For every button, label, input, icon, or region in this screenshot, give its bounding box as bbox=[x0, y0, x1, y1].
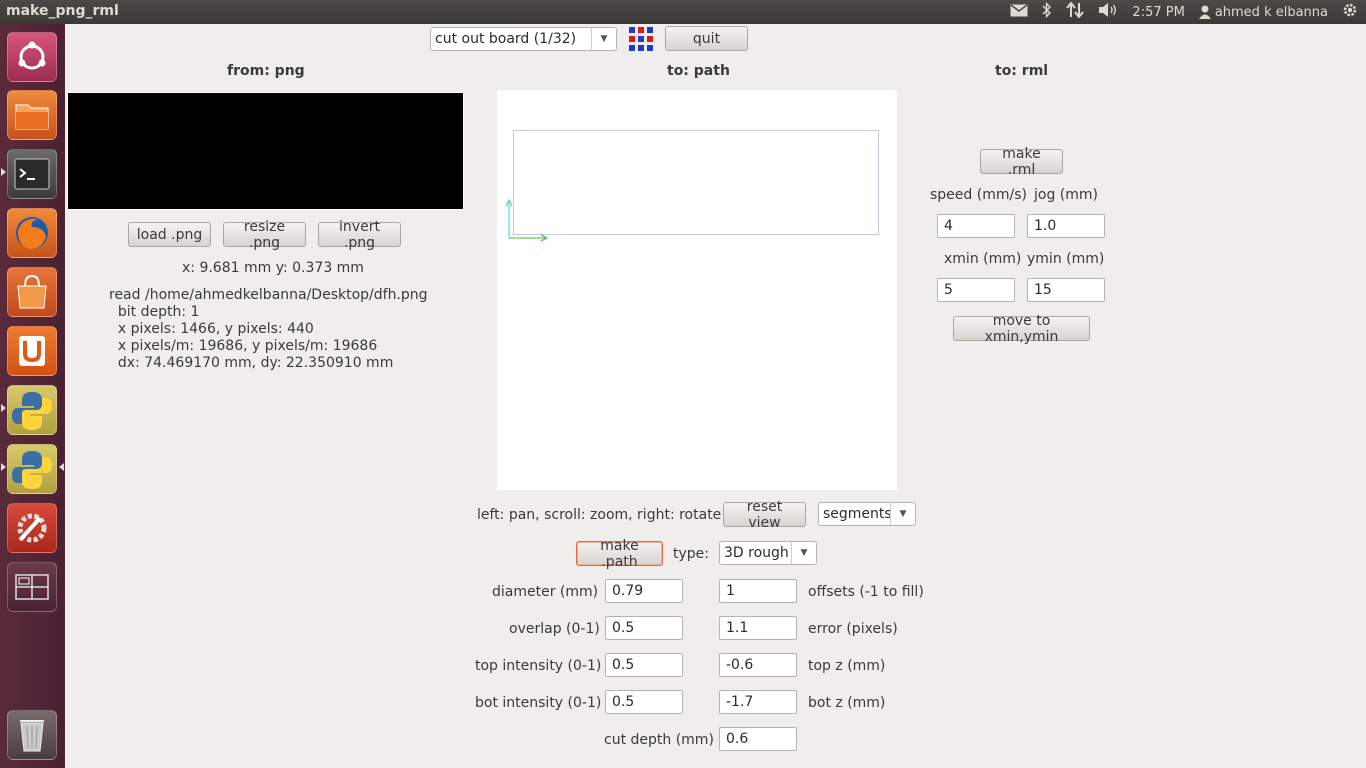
ymin-label: ymin (mm) bbox=[1027, 251, 1105, 267]
chevron-down-icon: ▼ bbox=[890, 503, 915, 525]
top-z-label: top z (mm) bbox=[808, 658, 886, 674]
terminal-icon[interactable] bbox=[7, 149, 57, 199]
load-png-button[interactable]: load .png bbox=[128, 222, 211, 247]
offsets-input[interactable] bbox=[719, 579, 797, 603]
reset-view-button[interactable]: reset view bbox=[723, 499, 806, 531]
firefox-icon[interactable] bbox=[7, 208, 57, 258]
bluetooth-icon[interactable] bbox=[1042, 1, 1052, 22]
top-panel: make_png_rml 2:57 PM ahmed k elbanna bbox=[0, 0, 1366, 24]
bot-z-input[interactable] bbox=[719, 690, 797, 714]
jog-label: jog (mm) bbox=[1034, 187, 1098, 203]
png-preview[interactable] bbox=[67, 92, 464, 210]
top-z-input[interactable] bbox=[719, 653, 797, 677]
bot-intensity-label: bot intensity (0-1) bbox=[475, 695, 602, 711]
cut-depth-input[interactable] bbox=[719, 727, 797, 751]
xmin-input[interactable] bbox=[937, 278, 1015, 302]
overlap-input[interactable] bbox=[605, 616, 683, 640]
resize-png-button[interactable]: resize .png bbox=[223, 219, 306, 251]
gear-icon[interactable] bbox=[1342, 2, 1358, 22]
offsets-label: offsets (-1 to fill) bbox=[808, 584, 924, 600]
window-title: make_png_rml bbox=[6, 3, 119, 19]
python-icon-2[interactable] bbox=[7, 444, 57, 494]
display-select[interactable]: segments ▼ bbox=[818, 502, 916, 526]
to-path-header: to: path bbox=[667, 63, 730, 79]
board-outline bbox=[513, 130, 879, 235]
top-intensity-input[interactable] bbox=[605, 653, 683, 677]
bot-z-label: bot z (mm) bbox=[808, 695, 886, 711]
ymin-input[interactable] bbox=[1027, 278, 1105, 302]
move-to-xmin-ymin-button[interactable]: move to xmin,ymin bbox=[953, 313, 1090, 345]
make-rml-button[interactable]: make .rml bbox=[980, 146, 1063, 178]
type-select-value: 3D rough bbox=[724, 545, 789, 561]
png-info-line: x pixels: 1466, y pixels: 440 bbox=[109, 321, 314, 337]
diameter-label: diameter (mm) bbox=[492, 584, 599, 600]
error-input[interactable] bbox=[719, 616, 797, 640]
trash-icon[interactable] bbox=[7, 710, 57, 760]
png-info-line: read /home/ahmedkelbanna/Desktop/dfh.png bbox=[109, 287, 428, 303]
chevron-down-icon: ▼ bbox=[791, 542, 816, 564]
png-info: read /home/ahmedkelbanna/Desktop/dfh.png… bbox=[109, 287, 428, 372]
diameter-input[interactable] bbox=[605, 579, 683, 603]
software-center-icon[interactable] bbox=[7, 267, 57, 317]
user-menu[interactable]: ahmed k elbanna bbox=[1198, 4, 1328, 20]
user-icon bbox=[1198, 5, 1211, 19]
workspace-switcher-icon[interactable] bbox=[7, 562, 57, 612]
overlap-label: overlap (0-1) bbox=[509, 621, 600, 637]
view-hint: left: pan, scroll: zoom, right: rotate bbox=[477, 507, 722, 523]
bot-intensity-input[interactable] bbox=[605, 690, 683, 714]
system-tray: 2:57 PM ahmed k elbanna bbox=[1010, 0, 1358, 24]
error-label: error (pixels) bbox=[808, 621, 898, 637]
ubuntu-one-icon[interactable] bbox=[7, 326, 57, 376]
png-info-line: bit depth: 1 bbox=[109, 304, 200, 320]
mode-select-value: cut out board (1/32) bbox=[435, 31, 577, 47]
mail-icon[interactable] bbox=[1010, 3, 1028, 21]
png-info-line: dx: 74.469170 mm, dy: 22.350910 mm bbox=[109, 355, 394, 371]
top-intensity-label: top intensity (0-1) bbox=[475, 658, 602, 674]
type-select[interactable]: 3D rough ▼ bbox=[719, 541, 817, 565]
path-view bbox=[505, 130, 879, 242]
system-settings-icon[interactable] bbox=[7, 503, 57, 553]
mode-select[interactable]: cut out board (1/32) ▼ bbox=[430, 27, 617, 51]
files-icon[interactable] bbox=[7, 90, 57, 140]
network-icon[interactable] bbox=[1066, 1, 1085, 22]
make-path-button[interactable]: make .path bbox=[576, 538, 663, 570]
to-rml-header: to: rml bbox=[995, 63, 1049, 79]
speed-label: speed (mm/s) bbox=[930, 187, 1027, 203]
path-canvas[interactable] bbox=[497, 90, 897, 490]
cut-depth-label: cut depth (mm) bbox=[604, 732, 714, 748]
speed-input[interactable] bbox=[937, 214, 1015, 238]
invert-png-button[interactable]: invert .png bbox=[318, 219, 401, 251]
ubuntu-dash-icon[interactable] bbox=[7, 32, 57, 82]
type-label: type: bbox=[673, 546, 709, 562]
chevron-down-icon: ▼ bbox=[591, 28, 616, 50]
user-name: ahmed k elbanna bbox=[1214, 4, 1328, 20]
logo-icon bbox=[628, 26, 654, 52]
jog-input[interactable] bbox=[1027, 214, 1105, 238]
from-png-header: from: png bbox=[227, 63, 305, 79]
volume-icon[interactable] bbox=[1098, 2, 1118, 22]
display-select-value: segments bbox=[823, 506, 892, 522]
launcher bbox=[0, 24, 65, 768]
quit-button[interactable]: quit bbox=[665, 26, 748, 51]
xmin-label: xmin (mm) bbox=[944, 251, 1022, 267]
python-icon[interactable] bbox=[7, 385, 57, 435]
cursor-coords: x: 9.681 mm y: 0.373 mm bbox=[182, 260, 364, 276]
png-info-line: x pixels/m: 19686, y pixels/m: 19686 bbox=[109, 338, 378, 354]
clock[interactable]: 2:57 PM bbox=[1132, 5, 1184, 20]
